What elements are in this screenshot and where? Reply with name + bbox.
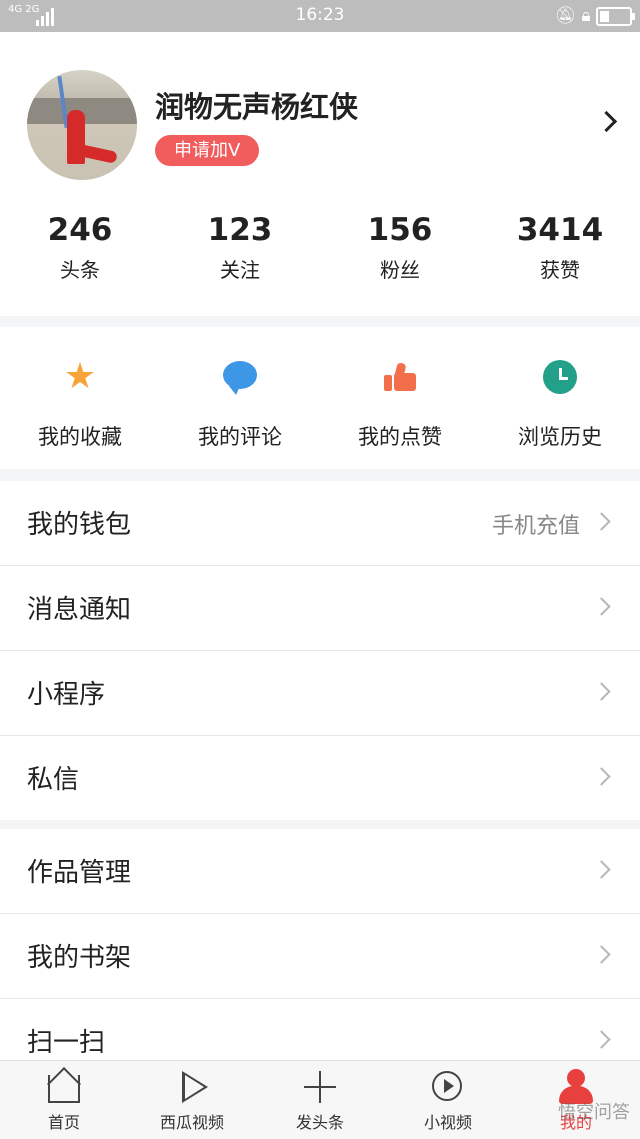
nav-home[interactable]: 首页: [0, 1061, 128, 1139]
chevron-right-icon: [592, 767, 611, 786]
menu-item-messages[interactable]: 私信: [0, 736, 640, 820]
menu-item-label: 私信: [27, 765, 80, 795]
username: 润物无声杨红侠: [155, 90, 359, 124]
star-icon: ★: [63, 356, 97, 397]
menu-item-label: 作品管理: [27, 858, 132, 888]
status-icons: 🔕︎ 🔒︎: [554, 6, 635, 26]
stat-label: 获赞: [540, 258, 580, 282]
stat-label: 头条: [60, 258, 100, 282]
bell-muted-icon: 🔕︎: [554, 6, 577, 26]
stat-value: 3414: [516, 212, 604, 248]
chevron-right-icon[interactable]: [595, 110, 618, 133]
plus-icon: [300, 1069, 340, 1105]
home-icon: [44, 1067, 84, 1105]
watermark: 悟空问答: [558, 1102, 630, 1123]
chevron-right-icon: [592, 860, 611, 879]
stat-followers[interactable]: 156 粉丝: [320, 210, 480, 290]
avatar[interactable]: [27, 70, 137, 180]
menu-group-2: 作品管理 我的书架 扫一扫: [0, 829, 640, 1083]
menu-group-1: 我的钱包 手机充值 消息通知 小程序 私信: [0, 481, 640, 820]
stat-label: 粉丝: [380, 258, 420, 282]
short-video-icon: [428, 1069, 468, 1105]
likes-button[interactable]: 我的点赞: [320, 327, 480, 469]
battery-icon: [596, 6, 635, 26]
quick-action-label: 浏览历史: [518, 425, 602, 449]
nav-xigua-video[interactable]: 西瓜视频: [128, 1061, 256, 1139]
stat-posts[interactable]: 246 头条: [0, 210, 160, 290]
menu-item-label: 我的钱包: [27, 510, 132, 540]
profile-stats: 246 头条 123 关注 156 粉丝 3414 获赞: [0, 210, 640, 290]
favorites-button[interactable]: ★ 我的收藏: [0, 327, 160, 469]
stat-likes[interactable]: 3414 获赞: [480, 210, 640, 290]
stat-following[interactable]: 123 关注: [160, 210, 320, 290]
play-icon: [172, 1069, 212, 1105]
menu-item-notifications[interactable]: 消息通知: [0, 566, 640, 651]
menu-item-subtitle: 手机充值: [491, 514, 580, 539]
comments-button[interactable]: 我的评论: [160, 327, 320, 469]
chevron-right-icon: [592, 1030, 611, 1049]
menu-item-mini-programs[interactable]: 小程序: [0, 651, 640, 736]
nav-post[interactable]: 发头条: [256, 1061, 384, 1139]
stat-value: 123: [207, 212, 273, 248]
menu-item-label: 消息通知: [27, 595, 132, 625]
nav-short-video[interactable]: 小视频: [384, 1061, 512, 1139]
chevron-right-icon: [592, 512, 611, 531]
menu-item-label: 扫一扫: [27, 1028, 106, 1058]
nav-label: 首页: [47, 1113, 80, 1132]
chevron-right-icon: [592, 597, 611, 616]
stat-label: 关注: [220, 258, 260, 282]
menu-item-label: 我的书架: [27, 943, 132, 973]
apply-verification-button[interactable]: 申请加V: [155, 135, 260, 166]
clock-time: 16:23: [295, 5, 345, 25]
nav-label: 西瓜视频: [159, 1113, 224, 1132]
menu-item-wallet[interactable]: 我的钱包 手机充值: [0, 481, 640, 566]
stat-value: 246: [47, 212, 113, 248]
menu-item-bookshelf[interactable]: 我的书架: [0, 914, 640, 999]
chevron-right-icon: [592, 682, 611, 701]
quick-action-label: 我的点赞: [358, 425, 442, 449]
lock-rotate-icon: 🔒︎: [581, 6, 591, 26]
chevron-right-icon: [592, 945, 611, 964]
thumbs-up-icon: [382, 359, 418, 395]
quick-action-label: 我的评论: [198, 425, 282, 449]
status-bar: 4G 2G 16:23 🔕︎ 🔒︎: [0, 0, 640, 32]
quick-action-label: 我的收藏: [38, 425, 122, 449]
quick-actions: ★ 我的收藏 我的评论 我的点赞 浏览历史: [0, 327, 640, 469]
profile-header[interactable]: 润物无声杨红侠 申请加V 246 头条 123 关注 156 粉丝 3414 获…: [0, 32, 640, 316]
menu-item-label: 小程序: [27, 680, 106, 710]
nav-label: 小视频: [423, 1113, 472, 1132]
history-button[interactable]: 浏览历史: [480, 327, 640, 469]
clock-icon: [542, 359, 578, 395]
menu-item-works[interactable]: 作品管理: [0, 829, 640, 914]
nav-label: 发头条: [295, 1113, 344, 1132]
stat-value: 156: [367, 212, 433, 248]
comment-icon: [222, 359, 258, 395]
bottom-nav: 首页 西瓜视频 发头条 小视频 我的: [0, 1060, 640, 1139]
